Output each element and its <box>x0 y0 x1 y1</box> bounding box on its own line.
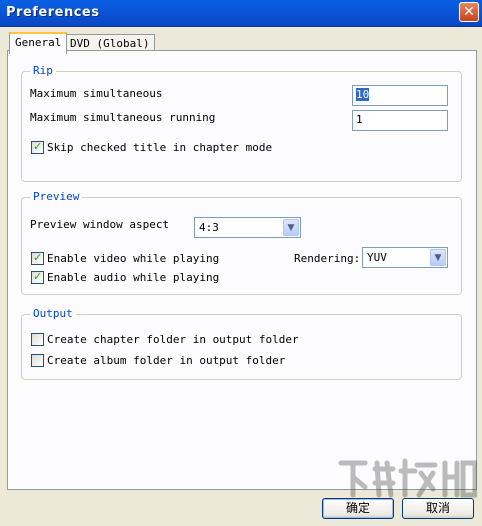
checkmark-icon: ✓ <box>33 140 43 153</box>
chevron-down-icon[interactable]: ▼ <box>283 219 299 236</box>
preview-aspect-select[interactable]: 4:3 ▼ <box>194 217 301 238</box>
ok-button[interactable]: 确定 <box>322 498 394 519</box>
max-running-label: Maximum simultaneous running <box>30 111 216 124</box>
album-folder-label: Create album folder in output folder <box>47 354 286 367</box>
preview-aspect-value: 4:3 <box>199 221 219 234</box>
group-preview-title: Preview <box>30 190 83 203</box>
close-icon: ✕ <box>463 4 475 20</box>
ok-button-label: 确定 <box>345 501 370 515</box>
rendering-label: Rendering: <box>294 252 361 265</box>
album-folder-checkbox[interactable] <box>31 354 44 367</box>
rendering-select[interactable]: YUV ▼ <box>362 247 448 268</box>
preview-aspect-label: Preview window aspect <box>30 218 170 231</box>
skip-checked-label: Skip checked title in chapter mode <box>47 141 273 154</box>
enable-video-checkbox[interactable]: ✓ <box>31 251 44 265</box>
tab-panel-general: Rip Maximum simultaneous 10 Maximum simu… <box>7 50 477 490</box>
checkmark-icon: ✓ <box>33 251 43 264</box>
cancel-button-label: 取消 <box>425 501 450 515</box>
max-simultaneous-value: 10 <box>356 88 370 101</box>
close-button[interactable]: ✕ <box>459 2 479 22</box>
rendering-value: YUV <box>367 251 387 264</box>
enable-audio-label: Enable audio while playing <box>47 271 220 284</box>
tab-dvd-global-label: DVD (Global) <box>70 37 150 50</box>
enable-audio-checkbox[interactable]: ✓ <box>31 270 44 284</box>
chevron-down-icon[interactable]: ▼ <box>430 249 446 266</box>
max-simultaneous-field[interactable]: 10 <box>352 85 448 106</box>
max-running-value: 1 <box>356 113 363 126</box>
window-title: Preferences <box>6 5 100 20</box>
skip-checked-checkbox[interactable]: ✓ <box>31 140 44 154</box>
cancel-button[interactable]: 取消 <box>402 498 474 519</box>
max-simultaneous-label: Maximum simultaneous <box>30 87 163 100</box>
tab-general[interactable]: General <box>9 32 68 54</box>
chapter-folder-checkbox[interactable] <box>31 333 44 346</box>
enable-video-label: Enable video while playing <box>47 252 220 265</box>
group-rip-title: Rip <box>30 64 56 77</box>
title-bar: Preferences ✕ <box>0 0 482 27</box>
tab-general-label: General <box>15 36 62 49</box>
checkmark-icon: ✓ <box>33 270 43 283</box>
max-running-field[interactable]: 1 <box>352 110 448 131</box>
group-output: Output <box>21 307 462 380</box>
chapter-folder-label: Create chapter folder in output folder <box>47 333 299 346</box>
group-output-title: Output <box>30 307 76 320</box>
